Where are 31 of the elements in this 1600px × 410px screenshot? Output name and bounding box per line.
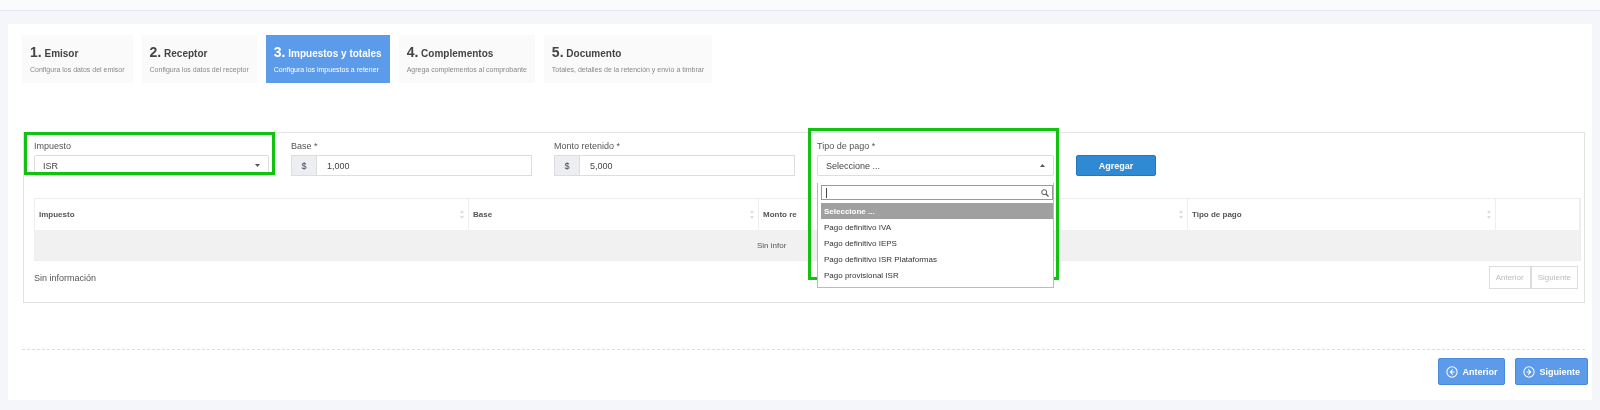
step-title: 4. Complementos (406, 44, 494, 62)
sort-icon (1487, 210, 1491, 219)
field-label: Tipo de pago * (817, 141, 877, 151)
arrow-left-icon (1446, 365, 1459, 378)
sort-icon (750, 210, 754, 219)
currency-prefix: $ (554, 155, 579, 176)
caret-icon (255, 164, 260, 167)
dropdown-option[interactable]: Pago provisional ISR (821, 267, 1053, 283)
field-label: Monto retenido * (554, 141, 622, 151)
step-title: 5. Documento (551, 44, 622, 62)
field-label: Base * (291, 141, 319, 151)
caret-icon (1040, 164, 1045, 167)
arrow-right-icon (1523, 365, 1536, 378)
select-field[interactable]: ISR (34, 155, 269, 176)
add-button[interactable]: Agregar (1076, 155, 1156, 176)
step-title: 1. Emisor (30, 44, 79, 62)
input-field[interactable]: 5,000 (579, 155, 795, 176)
search-icon (1041, 188, 1049, 197)
empty-message: Sin infor (757, 240, 787, 250)
currency-prefix: $ (291, 155, 316, 176)
dropdown-option[interactable]: Pago definitivo ISR Plataformas (821, 251, 1053, 267)
info-text: Sin información (34, 272, 97, 283)
step-title: 3. Impuestos y totales (273, 44, 382, 62)
sort-icon (460, 210, 464, 219)
dropdown-option[interactable]: Pago definitivo IEPS (821, 235, 1053, 251)
field-label: Impuesto (34, 141, 73, 151)
step-title: 2. Receptor (149, 44, 208, 62)
sort-icon (1179, 210, 1183, 219)
search-field[interactable] (821, 185, 1053, 200)
input-field[interactable]: 1,000 (316, 155, 532, 176)
select-field[interactable]: Seleccione ... (817, 155, 1054, 176)
